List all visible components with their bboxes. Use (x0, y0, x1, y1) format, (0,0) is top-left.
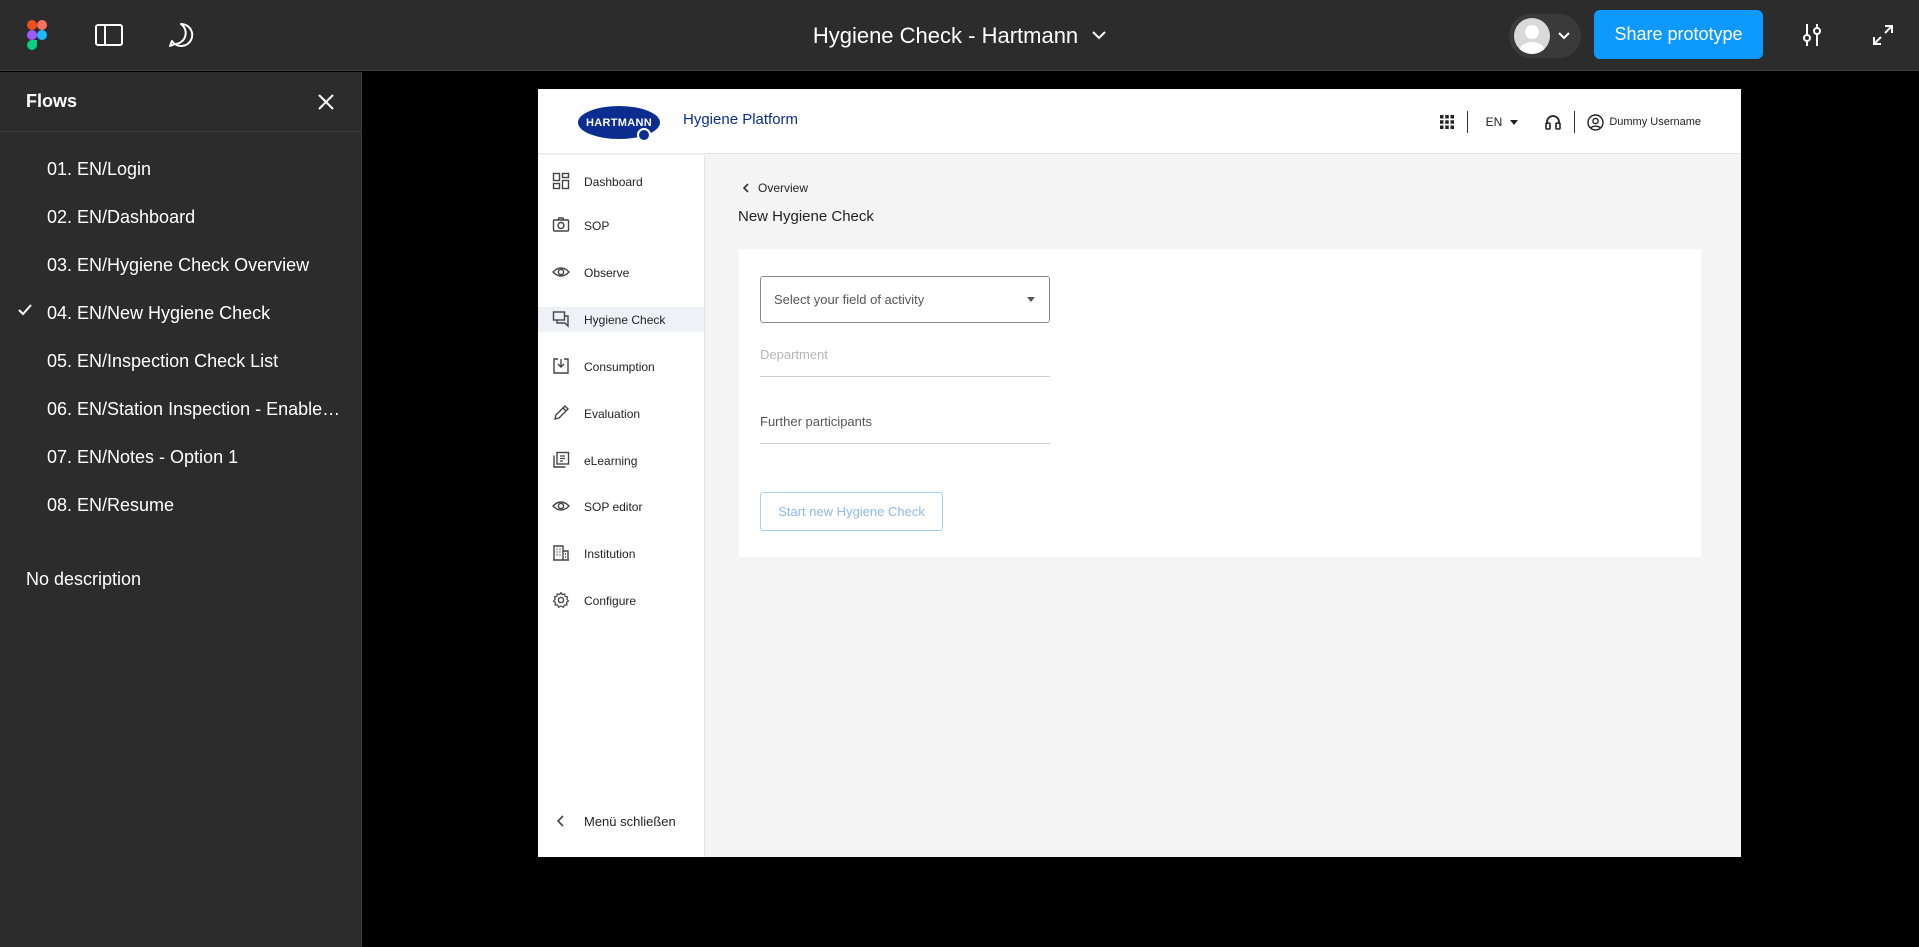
caret-down-icon (1027, 297, 1035, 302)
side-navigation: Dashboard SOP Observe Hygiene Check Cons… (538, 155, 705, 857)
divider (1466, 111, 1468, 133)
field-of-activity-select[interactable]: Select your field of activity (760, 276, 1050, 323)
user-account[interactable]: Dummy Username (1587, 113, 1701, 131)
flows-header: Flows (0, 72, 361, 132)
breadcrumb[interactable]: Overview (742, 181, 808, 195)
comment-icon[interactable] (164, 18, 198, 52)
nav-item-institution[interactable]: Institution (538, 541, 704, 566)
flow-item[interactable]: 06. EN/Station Inspection - Enabled ... (0, 385, 361, 433)
header-actions: EN Dummy Username (1439, 111, 1701, 133)
gear-icon (552, 591, 570, 608)
chevron-left-icon (556, 815, 564, 827)
start-hygiene-check-button[interactable]: Start new Hygiene Check (760, 492, 943, 531)
nav-item-dashboard[interactable]: Dashboard (538, 169, 704, 194)
flow-description: No description (26, 569, 142, 589)
flow-item-active[interactable]: 04. EN/New Hygiene Check (0, 289, 361, 337)
app-header: HARTMANN Hygiene Platform EN Dummy Usern… (538, 89, 1741, 154)
language-select[interactable]: EN (1486, 115, 1519, 129)
dashboard-icon (552, 172, 570, 190)
figma-logo-icon[interactable] (20, 18, 54, 52)
headset-icon[interactable] (1544, 113, 1562, 131)
library-icon (553, 451, 570, 468)
close-icon[interactable] (317, 93, 335, 111)
further-participants-field[interactable]: Further participants (760, 414, 1050, 444)
flow-item[interactable]: 07. EN/Notes - Option 1 (0, 433, 361, 481)
nav-item-hygiene-check[interactable]: Hygiene Check (538, 307, 704, 332)
chevron-left-icon (742, 183, 749, 193)
nav-item-elearning[interactable]: eLearning (538, 448, 704, 473)
nav-item-sop[interactable]: SOP (538, 213, 704, 238)
field-of-activity-placeholder: Select your field of activity (774, 292, 925, 307)
file-title-text: Hygiene Check - Hartmann (812, 22, 1079, 48)
avatar (1514, 18, 1550, 54)
top-toolbar: Hygiene Check - Hartmann Share prototype (0, 0, 1919, 71)
flow-item[interactable]: 08. EN/Resume (0, 481, 361, 529)
flow-item[interactable]: 01. EN/Login (0, 145, 361, 193)
settings-sliders-icon[interactable] (1795, 18, 1829, 52)
prototype-frame: HARTMANN Hygiene Platform EN Dummy Usern… (538, 89, 1741, 857)
chevron-down-icon (1092, 31, 1106, 40)
camera-icon (552, 217, 570, 232)
department-field[interactable]: Department (760, 347, 1050, 377)
chat-icon (552, 311, 569, 328)
username: Dummy Username (1609, 116, 1701, 128)
divider (1574, 111, 1576, 133)
flows-panel: Flows 01. EN/Login 02. EN/Dashboard 03. … (0, 72, 362, 947)
close-menu-button[interactable]: Menü schließen (538, 809, 704, 834)
flow-list: 01. EN/Login 02. EN/Dashboard 03. EN/Hyg… (0, 132, 361, 529)
eye-icon (552, 501, 570, 511)
download-box-icon (553, 358, 569, 374)
language-value: EN (1485, 115, 1503, 129)
user-circle-icon (1587, 113, 1605, 131)
nav-item-observe[interactable]: Observe (538, 260, 704, 285)
fullscreen-icon[interactable] (1866, 18, 1900, 52)
nav-item-consumption[interactable]: Consumption (538, 354, 704, 379)
nav-item-configure[interactable]: Configure (538, 588, 704, 613)
further-participants-label: Further participants (760, 414, 872, 429)
flow-item[interactable]: 03. EN/Hygiene Check Overview (0, 241, 361, 289)
nav-item-sop-editor[interactable]: SOP editor (538, 494, 704, 519)
sidebar-toggle-icon[interactable] (92, 18, 126, 52)
flows-title: Flows (26, 91, 78, 111)
breadcrumb-overview: Overview (758, 181, 809, 195)
building-icon (553, 545, 569, 561)
user-menu[interactable] (1509, 14, 1581, 58)
chevron-down-icon (1558, 32, 1570, 40)
platform-name: Hygiene Platform (683, 111, 799, 128)
page-title: New Hygiene Check (738, 208, 874, 225)
new-hygiene-check-form: Select your field of activity Department… (739, 249, 1701, 557)
pencil-icon (554, 405, 569, 420)
eye-icon (552, 267, 570, 277)
logo-plus-icon (637, 128, 651, 142)
apps-grid-icon[interactable] (1439, 114, 1455, 130)
file-title[interactable]: Hygiene Check - Hartmann (813, 23, 1106, 49)
caret-down-icon (1510, 119, 1519, 125)
department-placeholder: Department (760, 347, 828, 362)
nav-item-evaluation[interactable]: Evaluation (538, 401, 704, 426)
flow-item[interactable]: 02. EN/Dashboard (0, 193, 361, 241)
share-prototype-button[interactable]: Share prototype (1594, 10, 1763, 59)
flow-item[interactable]: 05. EN/Inspection Check List (0, 337, 361, 385)
checkmark-icon (18, 304, 32, 316)
